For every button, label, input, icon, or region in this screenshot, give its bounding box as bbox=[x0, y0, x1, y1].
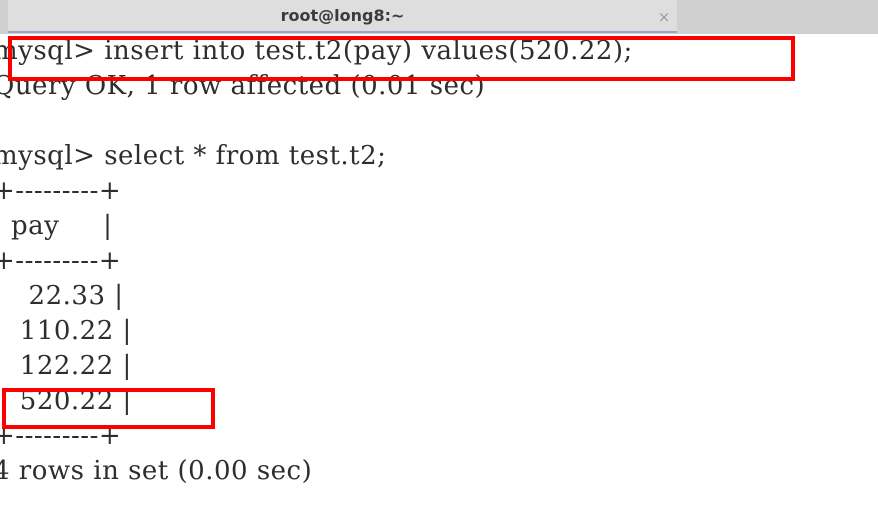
close-icon[interactable]: × bbox=[653, 6, 675, 28]
table-border-header: +---------+ bbox=[0, 246, 122, 276]
terminal-output[interactable]: mysql> insert into test.t2(pay) values(5… bbox=[0, 34, 878, 525]
terminal-tab[interactable]: root@long8:~ × bbox=[8, 0, 677, 33]
window-titlebar: root@long8:~ × bbox=[0, 0, 878, 34]
terminal-line-rows-in-set: 4 rows in set (0.00 sec) bbox=[0, 456, 313, 486]
table-border-top: +---------+ bbox=[0, 176, 122, 206]
insert-statement-highlight-box bbox=[8, 36, 795, 81]
table-row: | 22.33 | bbox=[0, 281, 124, 311]
table-header-row: | pay | bbox=[0, 211, 113, 241]
tab-title: root@long8:~ bbox=[280, 6, 405, 25]
table-row: | 122.22 | bbox=[0, 351, 132, 381]
inserted-row-highlight-box bbox=[2, 388, 215, 429]
terminal-window: root@long8:~ × mysql> insert into test.t… bbox=[0, 0, 878, 525]
table-row: | 110.22 | bbox=[0, 316, 132, 346]
terminal-line-select-command: mysql> select * from test.t2; bbox=[0, 141, 387, 171]
